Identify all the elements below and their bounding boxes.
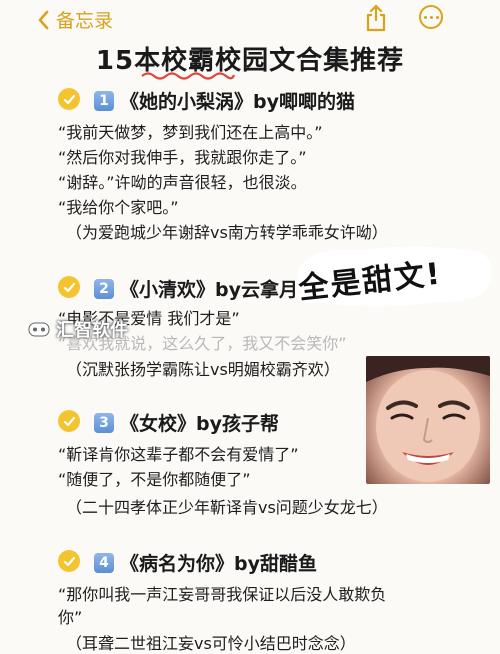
- book-title: 《小清欢》by云拿月: [120, 279, 298, 301]
- number-badge: 1: [94, 90, 114, 111]
- watermark-text: 汇智软件: [56, 320, 128, 341]
- meme-face-photo: [366, 356, 490, 484]
- character-note: （耳聋二世祖江妄vs可怜小结巴时念念）: [66, 634, 356, 653]
- number-badge: 3: [94, 412, 114, 433]
- quote-line: “谢辞。”许呦的声音很轻，也很淡。: [58, 173, 307, 192]
- book-title: 《病名为你》by甜醋鱼: [120, 553, 317, 575]
- quote-line: “那你叫我一声江妄哥哥我保证以后没人敢欺负: [58, 585, 387, 604]
- quote-line: “靳译肯你这辈子都不会有爱情了”: [58, 445, 299, 464]
- watermark: 汇智软件: [28, 316, 128, 342]
- character-note: （沉默张扬学霸陈让vs明媚校霸齐欢）: [66, 360, 340, 379]
- share-icon[interactable]: [364, 4, 388, 32]
- page-title: 15本校霸校园文合集推荐: [95, 46, 405, 76]
- book-title: 《女校》by孩子帮: [120, 413, 279, 435]
- more-options-icon[interactable]: [419, 5, 443, 29]
- quote-line: “随便了，不是你都随便了”: [58, 470, 251, 489]
- quote-line: “我给你个家吧。”: [58, 198, 179, 217]
- back-label: 备忘录: [56, 10, 114, 32]
- top-bar: 备忘录: [0, 0, 500, 40]
- quote-line: “然后你对我伸手，我就跟你走了。”: [58, 148, 307, 167]
- character-note: （二十四孝体正少年靳译肯vs问题少女龙七）: [66, 498, 388, 517]
- list-item-heading: 2 《小清欢》by云拿月: [94, 275, 298, 302]
- quote-line: 你”: [58, 608, 83, 627]
- checkbox-icon[interactable]: [58, 410, 80, 432]
- checkbox-icon[interactable]: [58, 88, 80, 110]
- chevron-left-icon: [38, 10, 49, 29]
- game-controller-icon: [28, 322, 50, 337]
- back-button[interactable]: 备忘录: [36, 6, 113, 33]
- book-title: 《她的小梨涡》by唧唧的猫: [120, 91, 355, 113]
- checkbox-icon[interactable]: [58, 550, 80, 572]
- face-illustration: [366, 356, 490, 482]
- number-badge: 4: [94, 552, 114, 573]
- list-item-heading: 1 《她的小梨涡》by唧唧的猫: [94, 87, 355, 114]
- checkbox-icon[interactable]: [58, 276, 80, 298]
- quote-line: “我前天做梦，梦到我们还在上高中。”: [58, 123, 323, 142]
- number-badge: 2: [94, 278, 114, 299]
- list-item-heading: 3 《女校》by孩子帮: [94, 409, 279, 436]
- list-item-heading: 4 《病名为你》by甜醋鱼: [94, 549, 317, 576]
- squiggle-underline: [141, 72, 236, 80]
